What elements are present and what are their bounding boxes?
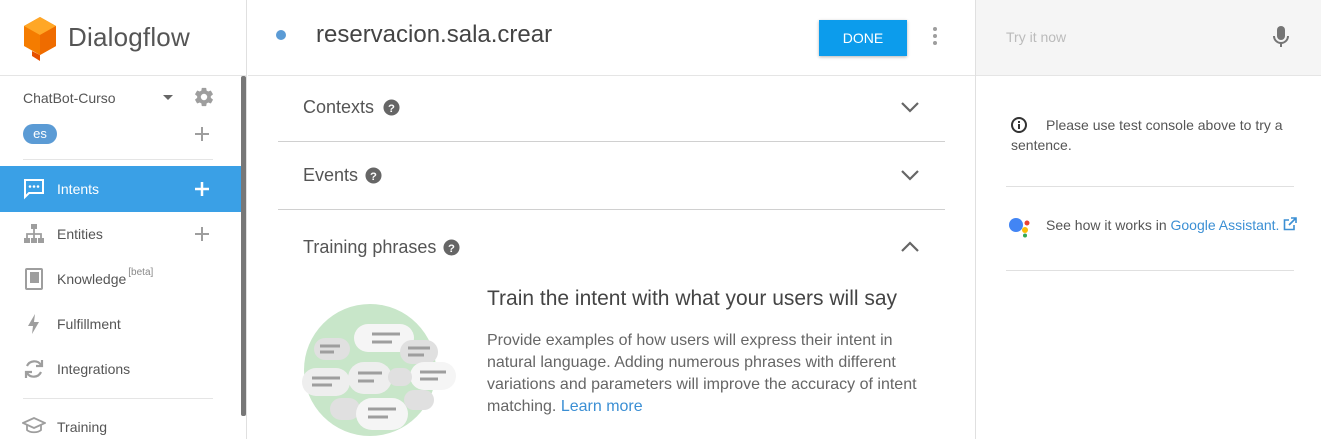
bolt-icon (28, 314, 39, 334)
chevron-up-icon[interactable] (900, 241, 920, 253)
divider (23, 159, 213, 160)
beta-badge: [beta] (128, 267, 154, 278)
help-icon[interactable]: ? (443, 239, 460, 256)
contexts-section[interactable]: Contexts ? (278, 75, 945, 142)
sidebar-item-integrations[interactable]: Integrations (0, 346, 242, 392)
logo[interactable]: Dialogflow (0, 0, 246, 76)
sidebar-item-label: Intents (57, 181, 100, 197)
training-phrases-section[interactable]: Training phrases ? (278, 215, 945, 282)
sidebar-item-knowledge[interactable]: Knowledge [beta] (0, 256, 242, 302)
divider (1006, 186, 1294, 187)
svg-text:?: ? (388, 103, 395, 115)
external-link-icon[interactable] (1283, 217, 1298, 231)
google-assistant-icon (1009, 218, 1030, 238)
language-badge[interactable]: es (23, 124, 57, 144)
done-button[interactable]: DONE (819, 20, 907, 56)
learn-more-link[interactable]: Learn more (561, 398, 643, 415)
events-section[interactable]: Events ? (278, 143, 945, 210)
agent-name: ChatBot-Curso (23, 90, 116, 106)
training-empty-description: Provide examples of how users will expre… (487, 332, 917, 415)
test-console-bar (976, 0, 1321, 76)
chevron-down-icon[interactable] (900, 169, 920, 181)
add-language-icon[interactable] (193, 125, 211, 143)
sidebar-item-label: Knowledge [beta] (57, 267, 154, 287)
sidebar-item-label: Training (57, 419, 108, 435)
graduation-cap-icon (22, 417, 46, 434)
more-options-icon[interactable] (930, 26, 940, 46)
sitemap-icon (24, 224, 44, 243)
sidebar: Dialogflow ChatBot-Curso es Intents Enti… (0, 0, 247, 439)
google-assistant-link[interactable]: Google Assistant. (1171, 217, 1280, 233)
agent-selector[interactable]: ChatBot-Curso (23, 86, 219, 110)
sync-icon (24, 360, 44, 378)
intent-editor: reservacion.sala.crear DONE Contexts ? E… (248, 0, 975, 439)
sidebar-item-training[interactable]: Training (0, 404, 242, 439)
test-console: Please use test console above to try a s… (975, 0, 1321, 439)
section-title: Training phrases (303, 237, 437, 257)
app-name: Dialogflow (68, 22, 190, 52)
chat-bubble-icon (24, 179, 44, 200)
sidebar-item-entities[interactable]: Entities (0, 211, 242, 257)
add-intent-icon[interactable] (193, 180, 211, 198)
sidebar-item-label: Integrations (57, 361, 131, 377)
intent-header: reservacion.sala.crear DONE (248, 0, 975, 76)
section-title: Events (303, 165, 359, 185)
help-icon[interactable]: ? (383, 99, 400, 116)
sidebar-item-fulfillment[interactable]: Fulfillment (0, 301, 242, 347)
add-entity-icon[interactable] (193, 225, 211, 243)
svg-text:?: ? (370, 171, 377, 183)
caret-down-icon[interactable] (163, 95, 173, 100)
try-it-now-input[interactable] (1006, 27, 1266, 47)
microphone-icon[interactable] (1272, 25, 1290, 49)
sidebar-item-label: Entities (57, 226, 103, 242)
sidebar-item-intents[interactable]: Intents (0, 166, 242, 212)
training-empty-title: Train the intent with what your users wi… (487, 287, 898, 310)
intent-name[interactable]: reservacion.sala.crear (316, 21, 552, 49)
dialogflow-logo-icon (24, 16, 56, 61)
console-info-message: Please use test console above to try a s… (1011, 117, 1283, 153)
svg-text:?: ? (448, 243, 455, 255)
section-title: Contexts (303, 97, 375, 117)
speech-bubbles-illustration (302, 304, 456, 436)
book-icon (25, 268, 43, 290)
intent-priority-dot[interactable] (276, 30, 286, 40)
divider (1006, 270, 1294, 271)
help-icon[interactable]: ? (365, 167, 382, 184)
divider (23, 398, 213, 399)
google-assistant-row: See how it works in Google Assistant. (1046, 217, 1298, 233)
gear-icon[interactable] (193, 86, 215, 108)
sidebar-item-label: Fulfillment (57, 316, 121, 332)
sidebar-scrollbar[interactable] (241, 76, 246, 416)
chevron-down-icon[interactable] (900, 101, 920, 113)
